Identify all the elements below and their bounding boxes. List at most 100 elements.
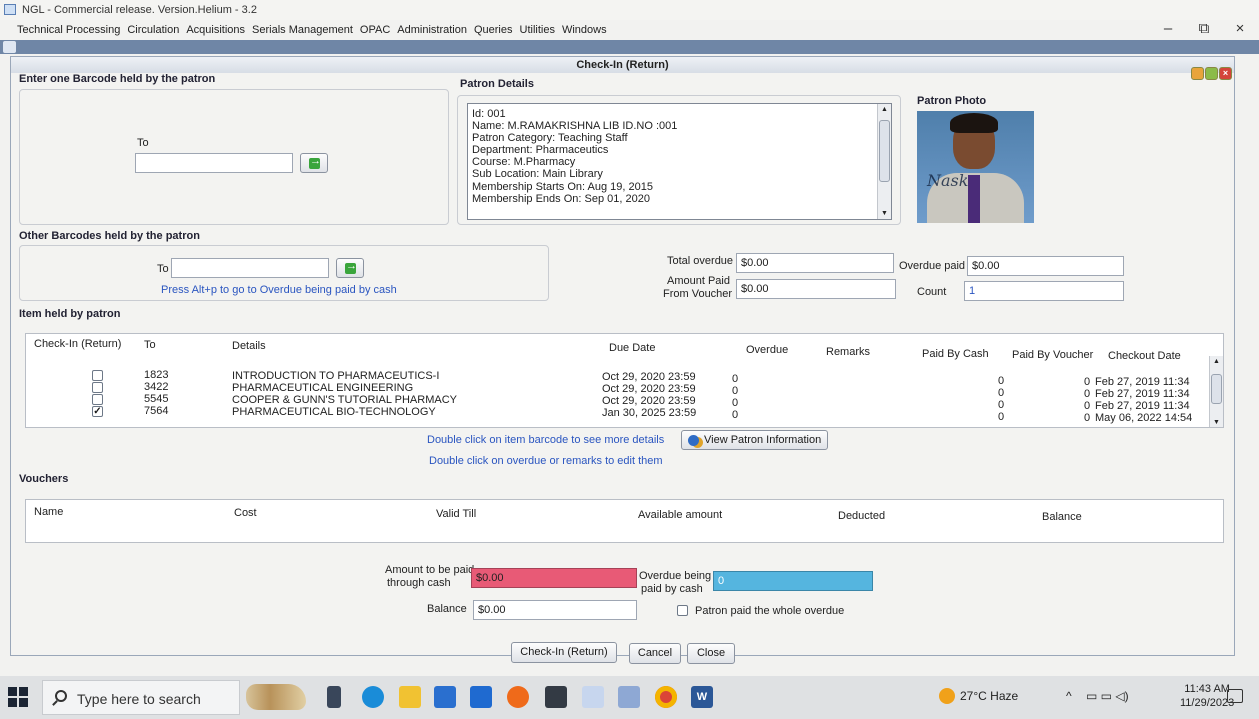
file-explorer-icon[interactable] bbox=[399, 686, 421, 708]
paid-whole-checkbox[interactable] bbox=[677, 605, 688, 616]
frame-minimize-icon[interactable] bbox=[1191, 67, 1204, 80]
col-header-checkin[interactable]: Check-In (Return) bbox=[34, 338, 121, 350]
edge-icon[interactable] bbox=[362, 686, 384, 708]
minimize-button[interactable]: – bbox=[1155, 20, 1181, 40]
row-checkbox[interactable] bbox=[92, 382, 103, 393]
row-checkbox[interactable] bbox=[92, 394, 103, 405]
checkin-button[interactable]: Check-In (Return) bbox=[511, 642, 617, 663]
ngl-app-icon[interactable] bbox=[582, 686, 604, 708]
weather-text[interactable]: 27°C Haze bbox=[960, 689, 1018, 703]
menu-circulation[interactable]: Circulation bbox=[126, 22, 180, 40]
voucher-col-valid-till[interactable]: Valid Till bbox=[436, 508, 476, 520]
scroll-down-icon[interactable]: ▼ bbox=[881, 210, 888, 217]
taskbar-search[interactable]: Type here to search bbox=[42, 680, 240, 715]
menu-queries[interactable]: Queries bbox=[473, 22, 514, 40]
store-icon[interactable] bbox=[434, 686, 456, 708]
word-icon[interactable]: W bbox=[691, 686, 713, 708]
voucher-col-balance[interactable]: Balance bbox=[1042, 511, 1082, 523]
scroll-thumb[interactable] bbox=[1211, 374, 1222, 404]
amount-cash-field[interactable]: $0.00 bbox=[471, 568, 637, 588]
balance-label: Balance bbox=[427, 603, 467, 615]
patron-sublocation: Sub Location: Main Library bbox=[472, 168, 603, 180]
patron-details-scrollbar[interactable]: ▲ ▼ bbox=[877, 104, 891, 219]
amount-cash-label-2: through cash bbox=[387, 577, 451, 589]
items-scrollbar[interactable]: ▲ ▼ bbox=[1209, 356, 1223, 427]
search-icon bbox=[55, 690, 67, 702]
menu-opac[interactable]: OPAC bbox=[359, 22, 391, 40]
barcode-go-button[interactable] bbox=[300, 153, 328, 173]
chrome-icon[interactable] bbox=[655, 686, 677, 708]
tray-up-icon[interactable]: ^ bbox=[1066, 689, 1072, 703]
voucher-col-name[interactable]: Name bbox=[34, 506, 63, 518]
amount-paid-voucher-field[interactable]: $0.00 bbox=[736, 279, 896, 299]
overdue-paid-field[interactable]: $0.00 bbox=[967, 256, 1124, 276]
menu-technical-processing[interactable]: Technical Processing bbox=[16, 22, 121, 40]
frame-maximize-icon[interactable] bbox=[1205, 67, 1218, 80]
scroll-thumb[interactable] bbox=[879, 120, 890, 182]
other-barcodes-input[interactable] bbox=[171, 258, 329, 278]
restore-button[interactable]: ⧉ bbox=[1191, 20, 1217, 40]
row-to[interactable]: 1823 bbox=[144, 369, 168, 381]
col-header-overdue[interactable]: Overdue bbox=[746, 344, 788, 356]
terminal-icon[interactable] bbox=[545, 686, 567, 708]
menu-windows[interactable]: Windows bbox=[561, 22, 608, 40]
col-header-remarks[interactable]: Remarks bbox=[826, 346, 870, 358]
voucher-col-cost[interactable]: Cost bbox=[234, 507, 257, 519]
voucher-col-available[interactable]: Available amount bbox=[638, 509, 722, 521]
cancel-button[interactable]: Cancel bbox=[629, 643, 681, 664]
task-view-icon[interactable] bbox=[327, 686, 341, 708]
row-overdue[interactable]: 0 bbox=[732, 397, 738, 409]
col-header-to[interactable]: To bbox=[144, 339, 156, 351]
total-overdue-label: Total overdue bbox=[667, 255, 734, 267]
menu-serials-management[interactable]: Serials Management bbox=[251, 22, 354, 40]
notification-icon[interactable] bbox=[1227, 689, 1243, 703]
desktop-icon[interactable] bbox=[3, 41, 16, 53]
row-to[interactable]: 3422 bbox=[144, 381, 168, 393]
menu-administration[interactable]: Administration bbox=[396, 22, 468, 40]
firefox-icon[interactable] bbox=[507, 686, 529, 708]
col-header-paid-voucher[interactable]: Paid By Voucher bbox=[1012, 349, 1093, 361]
row-paid-voucher: 0 bbox=[1084, 412, 1091, 424]
scroll-up-icon[interactable]: ▲ bbox=[1213, 358, 1220, 365]
close-dialog-button[interactable]: Close bbox=[687, 643, 735, 664]
other-barcodes-go-button[interactable] bbox=[336, 258, 364, 278]
balance-field[interactable]: $0.00 bbox=[473, 600, 637, 620]
taskbar: Type here to search W 27°C Haze ^ ▭ ▭ ◁)… bbox=[0, 676, 1259, 719]
col-header-due-date[interactable]: Due Date bbox=[609, 342, 655, 354]
col-header-paid-cash[interactable]: Paid By Cash bbox=[922, 348, 989, 360]
other-barcodes-title: Other Barcodes held by the patron bbox=[19, 230, 200, 242]
barcode-input[interactable] bbox=[135, 153, 293, 173]
alt-p-hint: Press Alt+p to go to Overdue being paid … bbox=[161, 284, 397, 296]
row-to[interactable]: 7564 bbox=[144, 405, 168, 417]
close-button[interactable]: × bbox=[1227, 20, 1253, 40]
row-overdue[interactable]: 0 bbox=[732, 409, 738, 421]
menu-acquisitions[interactable]: Acquisitions bbox=[185, 22, 246, 40]
window-controls: – ⧉ × bbox=[1155, 20, 1253, 40]
count-field[interactable]: 1 bbox=[964, 281, 1124, 301]
row-overdue[interactable]: 0 bbox=[732, 373, 738, 385]
ngl-app-active-icon[interactable] bbox=[618, 686, 640, 708]
col-header-details[interactable]: Details bbox=[232, 340, 266, 352]
search-highlight-image[interactable] bbox=[246, 684, 306, 710]
total-overdue-field[interactable]: $0.00 bbox=[736, 253, 894, 273]
frame-close-icon[interactable]: × bbox=[1219, 67, 1232, 80]
row-due-date: Oct 29, 2020 23:59 bbox=[602, 383, 696, 395]
row-checkbox[interactable] bbox=[92, 370, 103, 381]
overdue-cash-field[interactable]: 0 bbox=[713, 571, 873, 591]
voucher-col-deducted[interactable]: Deducted bbox=[838, 510, 885, 522]
row-paid-cash: 0 bbox=[998, 411, 1005, 423]
checkin-frame: Check-In (Return) × Enter one Barcode he… bbox=[10, 56, 1235, 664]
tray-icons[interactable]: ▭ ▭ ◁) bbox=[1086, 689, 1129, 703]
col-header-checkout-date[interactable]: Checkout Date bbox=[1108, 350, 1181, 362]
scroll-up-icon[interactable]: ▲ bbox=[881, 106, 888, 113]
mail-icon[interactable] bbox=[470, 686, 492, 708]
view-patron-info-button[interactable]: View Patron Information bbox=[681, 430, 829, 450]
items-table: Check-In (Return) To Details Due Date Ov… bbox=[25, 333, 1224, 428]
row-to[interactable]: 5545 bbox=[144, 393, 168, 405]
windows-start-icon[interactable] bbox=[8, 687, 28, 707]
scroll-down-icon[interactable]: ▼ bbox=[1213, 419, 1220, 426]
patron-category: Patron Category: Teaching Staff bbox=[472, 132, 628, 144]
menu-utilities[interactable]: Utilities bbox=[519, 22, 556, 40]
row-overdue[interactable]: 0 bbox=[732, 385, 738, 397]
row-checkbox-checked[interactable]: ✓ bbox=[92, 406, 103, 417]
